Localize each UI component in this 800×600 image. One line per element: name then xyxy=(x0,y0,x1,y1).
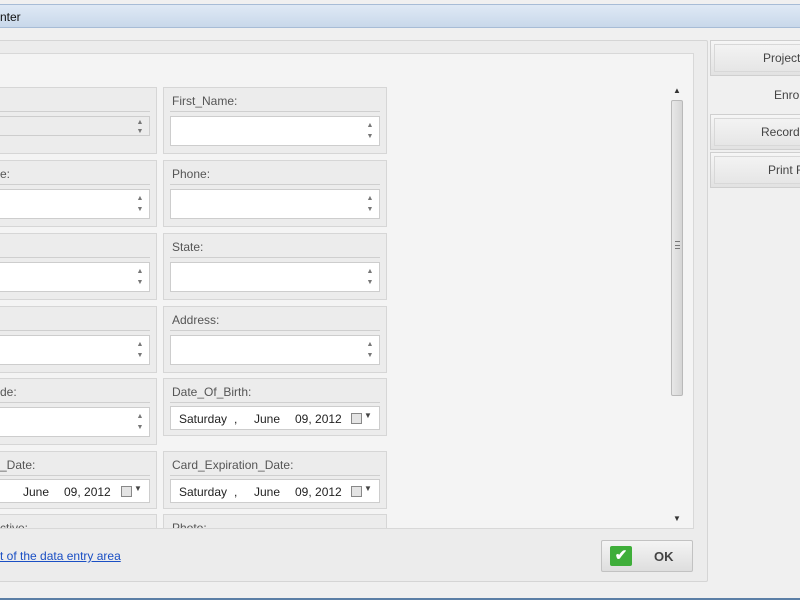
date-year: 09, 2012 xyxy=(64,485,111,499)
field-date-of-birth: Date_Of_Birth: Saturday , June 09, 2012 … xyxy=(163,378,387,436)
scroll-up-arrow-icon[interactable]: ▲ xyxy=(672,86,682,98)
field-state: State: ▲ ▼ xyxy=(163,233,387,300)
left-4-input[interactable]: ▲ ▼ xyxy=(0,335,150,365)
calendar-dropdown-button[interactable]: ▼ xyxy=(351,411,373,426)
field-card-expiration-date: Card_Expiration_Date: Saturday , June 09… xyxy=(163,451,387,509)
tab-print[interactable]: Print F xyxy=(710,152,800,188)
address-input[interactable]: ▲ ▼ xyxy=(170,335,380,365)
field-label: _Date: xyxy=(0,458,36,472)
field-first-name: First_Name: ▲ ▼ xyxy=(163,87,387,154)
spin-arrows-icon[interactable]: ▲ ▼ xyxy=(365,193,375,217)
tab-project[interactable]: Project xyxy=(710,40,800,76)
field-label: First_Name: xyxy=(172,94,238,108)
left-2-input[interactable]: ▲ ▼ xyxy=(0,189,150,219)
field-left-6-date: _Date: June 09, 2012 ▼ xyxy=(0,451,157,509)
field-divider xyxy=(170,475,380,476)
field-label: e: xyxy=(0,167,11,181)
field-left-4: ▲ ▼ xyxy=(0,306,157,373)
field-phone: Phone: ▲ ▼ xyxy=(163,160,387,227)
first-name-input[interactable]: ▲ ▼ xyxy=(170,116,380,146)
left-3-input[interactable]: ▲ ▼ xyxy=(0,262,150,292)
checkmark-icon: ✔ xyxy=(610,546,632,566)
calendar-icon xyxy=(351,413,362,424)
date-year: 09, 2012 xyxy=(295,485,342,499)
phone-input[interactable]: ▲ ▼ xyxy=(170,189,380,219)
title-bar: nter xyxy=(0,4,800,28)
ok-button[interactable]: ✔ OK xyxy=(601,540,693,572)
calendar-icon xyxy=(121,486,132,497)
field-divider xyxy=(170,184,380,185)
left-5-input[interactable]: ▲ ▼ xyxy=(0,407,150,437)
tab-label: Print F xyxy=(768,163,800,177)
date-day: Saturday xyxy=(179,485,228,499)
chevron-down-icon: ▼ xyxy=(364,411,372,420)
left-date-picker[interactable]: June 09, 2012 ▼ xyxy=(0,479,150,503)
date-month: June xyxy=(23,485,50,499)
spin-arrows-icon[interactable]: ▲ ▼ xyxy=(135,266,145,290)
tab-label: Record xyxy=(761,125,800,139)
field-left-3: ▲ ▼ xyxy=(0,233,157,300)
date-month: June xyxy=(254,485,281,499)
field-divider xyxy=(0,257,150,258)
window-title: nter xyxy=(0,10,21,24)
field-left-1: ▲ ▼ xyxy=(0,87,157,154)
spin-arrows-icon[interactable]: ▲ ▼ xyxy=(365,266,375,290)
vertical-scrollbar[interactable]: ▲ ▼ xyxy=(668,84,686,528)
data-entry-area: ▲ ▼ First_Name: ▲ ▼ e: ▲ ▼ Phone: ▲ ▼ ▲ … xyxy=(0,53,694,529)
tab-label: Enro xyxy=(774,88,800,102)
chevron-down-icon: ▼ xyxy=(364,484,372,493)
field-divider xyxy=(170,402,380,403)
spin-arrows-icon[interactable]: ▲ ▼ xyxy=(135,193,145,217)
field-address: Address: ▲ ▼ xyxy=(163,306,387,373)
calendar-icon xyxy=(351,486,362,497)
field-divider xyxy=(0,475,150,476)
field-divider xyxy=(170,111,380,112)
field-left-7: ctive: xyxy=(0,514,157,529)
id-number-input: ▲ ▼ xyxy=(0,116,150,136)
field-label: Phone: xyxy=(172,167,211,181)
ok-button-label: OK xyxy=(654,549,674,564)
spin-arrows-icon[interactable]: ▲ ▼ xyxy=(135,411,145,435)
field-divider xyxy=(0,184,150,185)
field-label: State: xyxy=(172,240,204,254)
scroll-down-arrow-icon[interactable]: ▼ xyxy=(672,514,682,526)
field-divider xyxy=(170,330,380,331)
field-label: Address: xyxy=(172,313,220,327)
field-photo: Photo: xyxy=(163,514,387,529)
chevron-down-icon: ▼ xyxy=(134,484,142,493)
field-divider xyxy=(0,402,150,403)
date-year: 09, 2012 xyxy=(295,412,342,426)
field-label: ctive: xyxy=(0,521,29,529)
field-label: Card_Expiration_Date: xyxy=(172,458,294,472)
field-divider xyxy=(170,257,380,258)
app-window: nter ▲ ▼ First_Name: ▲ ▼ e: ▲ ▼ Phone: ▲… xyxy=(0,0,800,600)
state-input[interactable]: ▲ ▼ xyxy=(170,262,380,292)
scrollbar-thumb[interactable] xyxy=(671,100,683,396)
field-divider xyxy=(0,111,150,112)
grip-icon xyxy=(675,241,680,249)
date-of-birth-picker[interactable]: Saturday , June 09, 2012 ▼ xyxy=(170,406,380,430)
spin-arrows-icon[interactable]: ▲ ▼ xyxy=(135,118,145,136)
field-left-2: e: ▲ ▼ xyxy=(0,160,157,227)
calendar-dropdown-button[interactable]: ▼ xyxy=(121,484,143,499)
field-label: Photo: xyxy=(172,521,207,529)
spin-arrows-icon[interactable]: ▲ ▼ xyxy=(365,339,375,363)
field-label: Date_Of_Birth: xyxy=(172,385,252,399)
calendar-dropdown-button[interactable]: ▼ xyxy=(351,484,373,499)
spin-arrows-icon[interactable]: ▲ ▼ xyxy=(135,339,145,363)
tab-records[interactable]: Record xyxy=(710,114,800,150)
date-month: June xyxy=(254,412,281,426)
tab-label: Project xyxy=(763,51,800,65)
data-entry-area-link[interactable]: t of the data entry area xyxy=(0,549,121,563)
field-label: de: xyxy=(0,385,17,399)
card-expiration-date-picker[interactable]: Saturday , June 09, 2012 ▼ xyxy=(170,479,380,503)
tab-enrollment[interactable]: Enro xyxy=(710,78,800,114)
date-comma: , xyxy=(234,485,238,499)
date-comma: , xyxy=(234,412,238,426)
field-left-5: de: ▲ ▼ xyxy=(0,378,157,445)
spin-arrows-icon[interactable]: ▲ ▼ xyxy=(365,120,375,144)
field-divider xyxy=(0,330,150,331)
date-day: Saturday xyxy=(179,412,228,426)
